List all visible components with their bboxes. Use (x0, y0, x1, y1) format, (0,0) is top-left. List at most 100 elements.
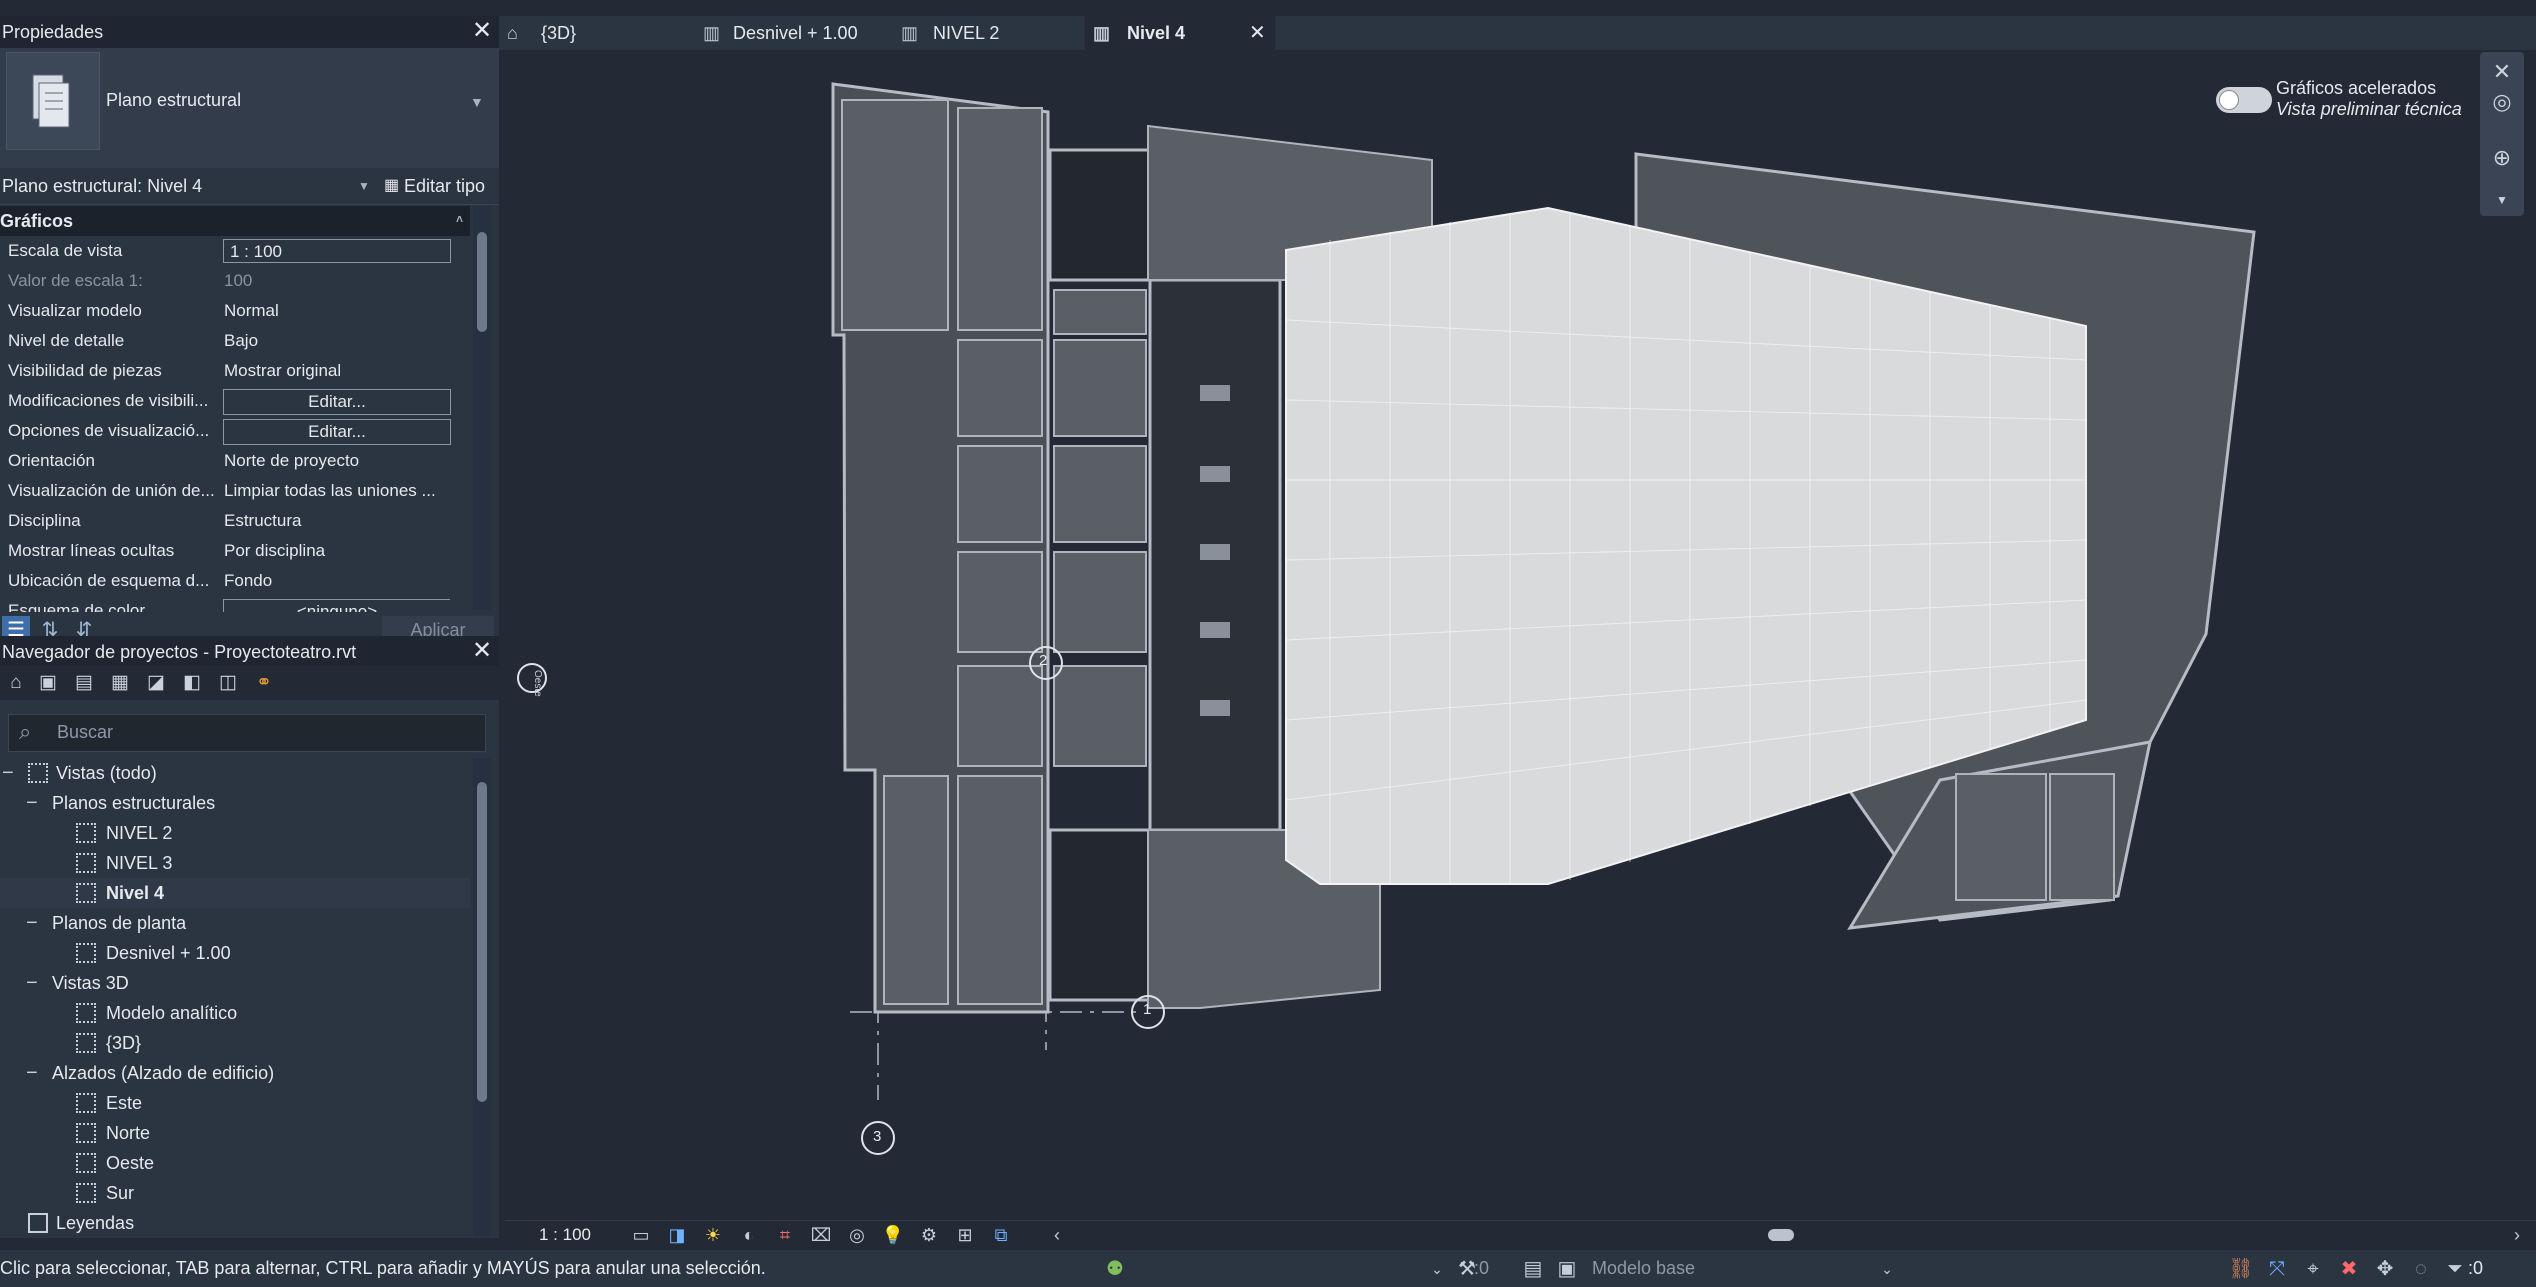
tree-item-desnivel[interactable]: Desnivel + 1.00 (0, 938, 470, 968)
collapse-icon[interactable]: − (26, 908, 38, 938)
prop-row-orientation[interactable]: Orientación Norte de proyecto (0, 446, 450, 476)
group-icon[interactable]: ◫ (214, 670, 242, 696)
tree-item-elevations[interactable]: − Alzados (Alzado de edificio) (0, 1058, 470, 1088)
scrollbar-thumb[interactable] (477, 232, 487, 332)
tree-item-structural-plans[interactable]: − Planos estructurales (0, 788, 470, 818)
drawing-canvas[interactable]: 2 1 3 Oeste (505, 50, 2536, 1220)
horizontal-scrollbar-thumb[interactable] (1768, 1229, 1794, 1241)
prop-row-color-scheme[interactable]: Esquema de color <ninguno> (0, 596, 450, 612)
tree-item-legends[interactable]: Leyendas (0, 1208, 470, 1238)
prop-value[interactable]: Estructura (224, 506, 450, 536)
view-scale[interactable]: 1 : 100 (539, 1222, 591, 1248)
select-pinned-icon[interactable]: ⌖ (2300, 1256, 2326, 1282)
tree-item-floor-plans[interactable]: − Planos de planta (0, 908, 470, 938)
detail-level-icon[interactable]: ▭ (629, 1223, 653, 1247)
chevron-down-icon[interactable]: ⌄ (1424, 1256, 1450, 1282)
tree-item-nivel-2[interactable]: NIVEL 2 (0, 818, 470, 848)
crop-view-icon[interactable]: ⌗ (773, 1223, 797, 1247)
temporary-properties-icon[interactable]: ⚙ (917, 1223, 941, 1247)
tree-item-sur[interactable]: Sur (0, 1178, 470, 1208)
prop-row-visibility-overrides[interactable]: Modificaciones de visibili... Editar... (0, 386, 451, 416)
prop-value[interactable]: Fondo (224, 566, 450, 596)
family-icon[interactable]: ◧ (178, 670, 206, 696)
tab-nivel-2[interactable]: ▥ NIVEL 2 (893, 16, 1063, 50)
close-browser-icon[interactable]: ✕ (469, 636, 495, 666)
chevron-down-icon[interactable]: ▼ (470, 94, 484, 110)
design-option-set-icon[interactable]: ▤ (1520, 1256, 1546, 1282)
chevron-down-icon[interactable]: ⌄ (1874, 1256, 1900, 1282)
tree-item-all-views[interactable]: − Vistas (todo) (0, 758, 470, 788)
prop-row-display-model[interactable]: Visualizar modelo Normal (0, 296, 450, 326)
prop-row-detail-level[interactable]: Nivel de detalle Bajo (0, 326, 450, 356)
tree-item-nivel-4[interactable]: Nivel 4 (0, 878, 470, 908)
background-process-icon[interactable]: ◌ (2408, 1256, 2434, 1282)
sun-path-icon[interactable]: ☀ (701, 1223, 725, 1247)
tree-item-analytical-model[interactable]: Modelo analítico (0, 998, 470, 1028)
structural-plan-drawing[interactable] (505, 50, 2536, 1220)
main-model-select[interactable]: Modelo base (1592, 1250, 1695, 1287)
edit-display-options-button[interactable]: Editar... (223, 419, 451, 445)
browser-scrollbar[interactable] (473, 758, 491, 1236)
tab-3d[interactable]: ⌂ {3D} (499, 16, 689, 50)
prop-row-wall-join[interactable]: Visualización de unión de... Limpiar tod… (0, 476, 450, 506)
prop-value[interactable]: Limpiar todas las uniones ... (224, 476, 450, 506)
elevation-marker-label[interactable]: Oeste (532, 670, 543, 697)
prop-value[interactable]: Mostrar original (224, 356, 450, 386)
prop-value[interactable]: Por disciplina (224, 536, 450, 566)
show-crop-icon[interactable]: ⌧ (809, 1223, 833, 1247)
instance-selector[interactable]: Plano estructural: Nivel 4 ▼ ▦ Editar ti… (0, 168, 499, 205)
collapse-icon[interactable]: − (26, 968, 38, 998)
steering-wheel-icon[interactable]: ◎ (2488, 88, 2516, 116)
home-icon[interactable]: ⌂ (2, 670, 30, 696)
tab-desnivel[interactable]: ▥ Desnivel + 1.00 (695, 16, 885, 50)
prop-row-hidden-lines[interactable]: Mostrar líneas ocultas Por disciplina (0, 536, 450, 566)
collapse-icon[interactable]: ˄ (456, 204, 463, 234)
chevron-down-icon[interactable]: ▼ (358, 168, 370, 204)
chevron-down-icon[interactable]: ▼ (2488, 186, 2516, 214)
schedule-icon[interactable]: ▤ (70, 670, 98, 696)
collapse-icon[interactable]: − (26, 788, 38, 818)
view-scale-input[interactable]: 1 : 100 (223, 239, 451, 263)
prop-row-discipline[interactable]: Disciplina Estructura (0, 506, 450, 536)
close-tab-icon[interactable]: ✕ (1249, 16, 1266, 50)
reveal-hidden-icon[interactable]: 💡 (881, 1223, 905, 1247)
section-graphics[interactable]: Gráficos ˄ (0, 206, 470, 236)
temporary-hide-icon[interactable]: ◎ (845, 1223, 869, 1247)
view-icon[interactable]: ▣ (34, 670, 62, 696)
edit-type-icon[interactable]: ▦ (384, 168, 399, 204)
tree-item-oeste[interactable]: Oeste (0, 1148, 470, 1178)
tree-item-nivel-3[interactable]: NIVEL 3 (0, 848, 470, 878)
table-icon[interactable]: ▦ (106, 670, 134, 696)
select-by-face-icon[interactable]: ✖ (2336, 1256, 2362, 1282)
close-navbar-icon[interactable]: ✕ (2488, 58, 2516, 86)
properties-scrollbar[interactable] (473, 206, 491, 610)
tree-item-3d-views[interactable]: − Vistas 3D (0, 968, 470, 998)
prop-row-color-scheme-location[interactable]: Ubicación de esquema d... Fondo (0, 566, 450, 596)
browser-search[interactable]: ⌕ Buscar (8, 714, 486, 752)
prop-value[interactable]: Normal (224, 296, 450, 326)
color-scheme-button[interactable]: <ninguno> (223, 599, 450, 612)
close-properties-icon[interactable]: ✕ (469, 16, 495, 46)
prop-row-parts-visibility[interactable]: Visibilidad de piezas Mostrar original (0, 356, 450, 386)
tab-nivel-4[interactable]: ▥ Nivel 4 ✕ (1085, 16, 1275, 50)
tree-item-norte[interactable]: Norte (0, 1118, 470, 1148)
workset-icon[interactable]: ⚉ (1102, 1256, 1128, 1282)
prop-row-display-options[interactable]: Opciones de visualizació... Editar... (0, 416, 451, 446)
prop-value[interactable]: Bajo (224, 326, 450, 356)
edit-type-button[interactable]: Editar tipo (404, 168, 485, 204)
scroll-right-icon[interactable]: › (2505, 1223, 2529, 1247)
collapse-icon[interactable]: − (2, 758, 14, 788)
prop-value[interactable]: Norte de proyecto (224, 446, 450, 476)
search-input[interactable]: Buscar (57, 722, 113, 743)
main-model-icon[interactable]: ▣ (1554, 1256, 1580, 1282)
sheet-icon[interactable]: ◪ (142, 670, 170, 696)
tree-item-este[interactable]: Este (0, 1088, 470, 1118)
select-underlay-icon[interactable]: ⤧ (2264, 1256, 2290, 1282)
collapse-icon[interactable]: − (26, 1058, 38, 1088)
visual-style-icon[interactable]: ◨ (665, 1223, 689, 1247)
filter-icon[interactable]: ⏷ (2442, 1256, 2468, 1282)
scroll-left-icon[interactable]: ‹ (1045, 1223, 1069, 1247)
link-icon[interactable]: ⚭ (250, 670, 278, 696)
shadows-icon[interactable]: ◐ (737, 1223, 761, 1247)
worksharing-icon[interactable]: ⊞ (953, 1223, 977, 1247)
